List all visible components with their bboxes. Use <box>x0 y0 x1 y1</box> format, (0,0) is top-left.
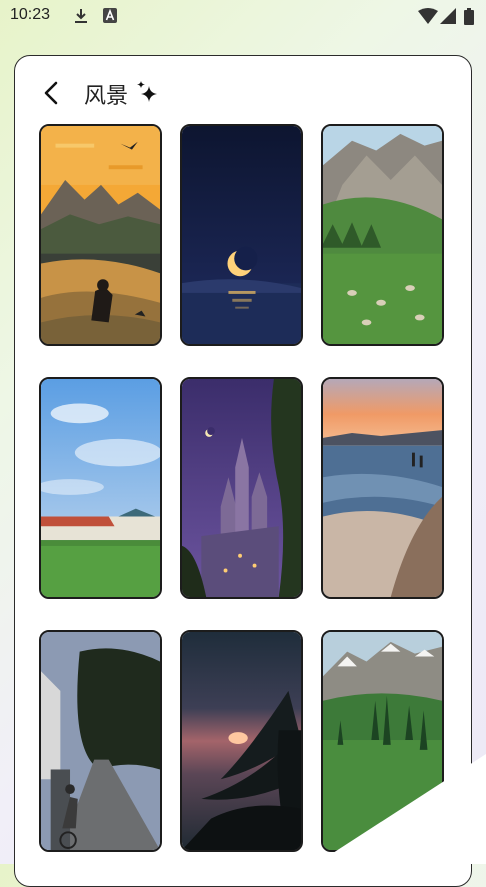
wallpaper-thumbnail-sky-football-field[interactable] <box>39 377 162 599</box>
wallpaper-thumbnail-beach-sunset[interactable] <box>321 377 444 599</box>
sparkle-icon <box>137 81 157 102</box>
battery-icon <box>464 8 474 25</box>
back-arrow-icon[interactable] <box>40 80 64 106</box>
status-time: 10:23 <box>10 6 51 23</box>
wallpaper-thumbnail-crescent-moon[interactable] <box>180 124 303 346</box>
corner-fold-decoration <box>316 754 486 864</box>
wallpaper-thumbnail-palm-tree-dusk[interactable] <box>180 630 303 852</box>
download-icon <box>75 9 87 23</box>
wallpaper-thumbnail-rocky-mountain-pasture[interactable] <box>321 124 444 346</box>
wifi-icon <box>418 8 438 24</box>
wallpaper-thumbnail-sunset-mountains[interactable] <box>39 124 162 346</box>
a-badge-icon <box>103 8 117 23</box>
wallpaper-thumbnail-tree-street-cyclist[interactable] <box>39 630 162 852</box>
status-bar: 10:23 <box>0 0 486 34</box>
signal-icon <box>440 8 456 24</box>
wallpaper-thumbnail-castle-night[interactable] <box>180 377 303 599</box>
page-title: 风景 <box>84 84 129 109</box>
